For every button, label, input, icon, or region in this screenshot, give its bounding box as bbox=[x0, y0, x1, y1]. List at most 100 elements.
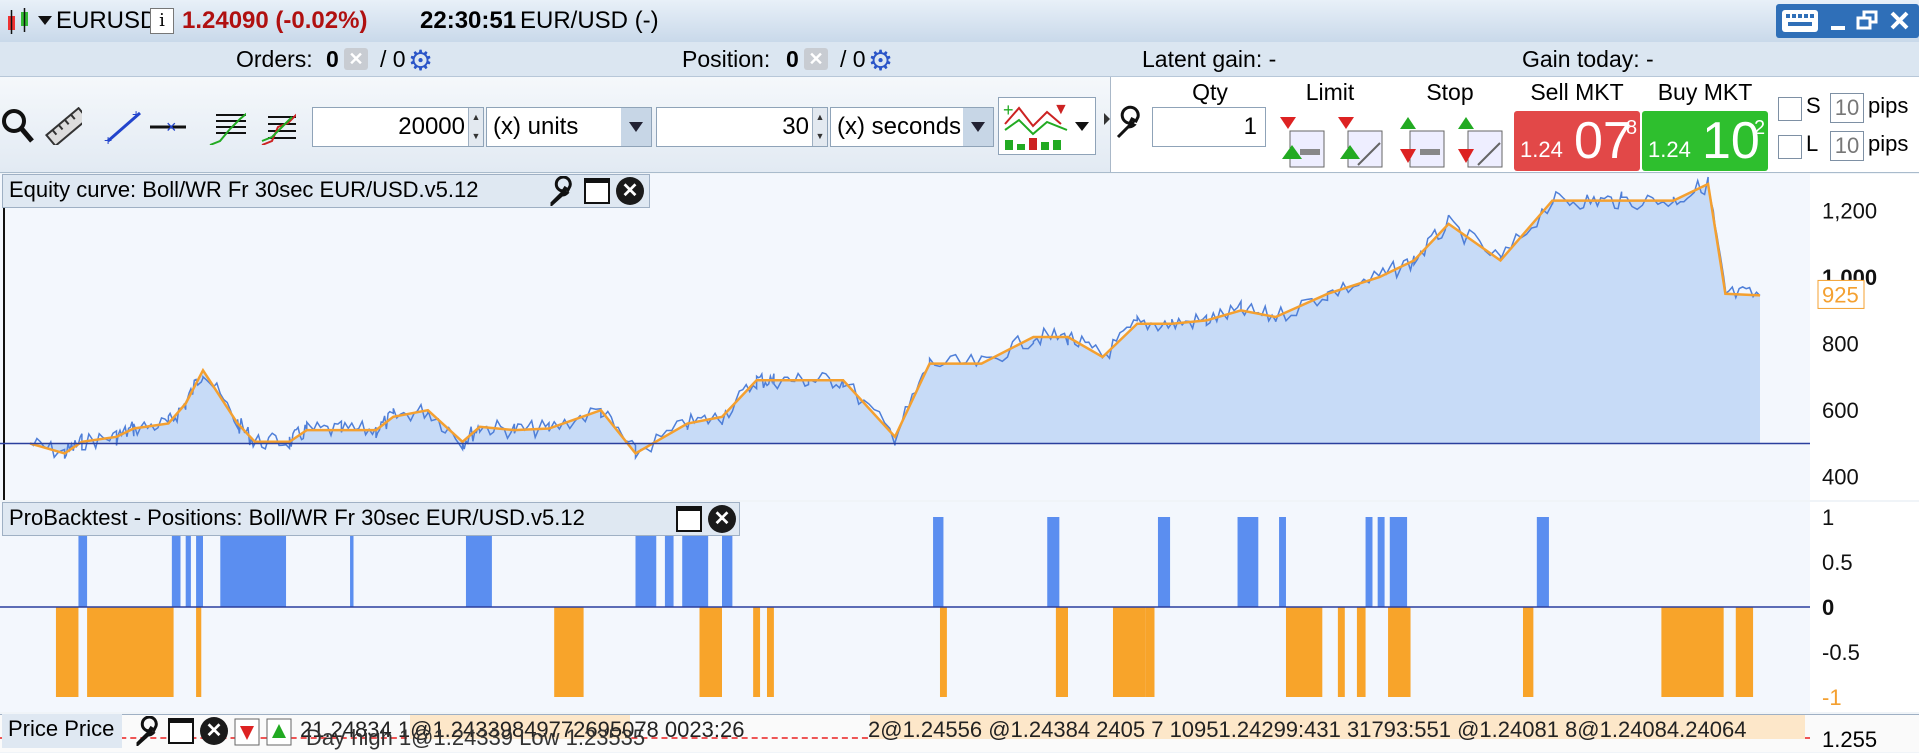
period-spinner[interactable]: ▲ ▼ bbox=[812, 108, 827, 146]
trendline-icon[interactable]: ++ bbox=[104, 107, 142, 145]
channel-icon[interactable] bbox=[258, 107, 296, 145]
indicators-button[interactable]: + ▼ bbox=[998, 97, 1096, 155]
close-icon[interactable]: ✕ bbox=[708, 505, 736, 533]
long-position-bar bbox=[1279, 517, 1286, 607]
maximize-icon[interactable] bbox=[168, 718, 194, 744]
y-tick-label: 0 bbox=[1822, 595, 1834, 620]
chevron-down-icon[interactable] bbox=[621, 108, 651, 146]
limit-buy-icon[interactable] bbox=[1334, 113, 1386, 169]
candlestick-icon[interactable] bbox=[4, 6, 34, 36]
buy-arrow-icon[interactable] bbox=[266, 718, 292, 746]
latent-gain: Latent gain: - bbox=[1142, 46, 1277, 72]
l-pips-label: pips bbox=[1868, 131, 1909, 156]
quantity-spinner[interactable]: ▲ ▼ bbox=[468, 108, 483, 146]
minimize-icon[interactable] bbox=[1828, 10, 1850, 32]
buy-market-button[interactable]: 1.24 10 2 bbox=[1642, 111, 1768, 171]
sell-price-sup: 8 bbox=[1626, 117, 1638, 139]
short-position-bar bbox=[1661, 607, 1724, 697]
buy-price-prefix: 1.24 bbox=[1648, 137, 1691, 162]
gain-today: Gain today: - bbox=[1522, 46, 1654, 72]
short-position-bar bbox=[1145, 607, 1155, 697]
sell-market-button[interactable]: 1.24 07 8 bbox=[1514, 111, 1640, 171]
short-position-bar bbox=[1337, 607, 1345, 697]
title-bar: EURUSD i 1.24090 (-0.02%) 22:30:51 EUR/U… bbox=[0, 0, 1919, 43]
stop-buy-icon[interactable] bbox=[1454, 113, 1506, 169]
y-tick-label: -0.5 bbox=[1822, 640, 1860, 665]
qty-input[interactable]: 1 bbox=[1152, 107, 1266, 147]
wrench-icon[interactable] bbox=[1112, 105, 1148, 141]
maximize-icon[interactable] bbox=[676, 506, 702, 532]
short-position-bar bbox=[699, 607, 722, 697]
units-select[interactable]: (x) units bbox=[486, 107, 652, 147]
orders-gear-icon[interactable]: ⚙ bbox=[408, 44, 433, 77]
price-trade-text: 2@1.24556 @1.24384 2405 7 10951.24299:43… bbox=[868, 717, 1747, 742]
equity-curve-chart[interactable]: 1,2001,000800600400925 bbox=[0, 174, 1919, 500]
orders-value: 0 bbox=[326, 46, 339, 72]
period-value-input[interactable]: 30 ▲ ▼ bbox=[656, 107, 828, 147]
stop-sell-icon[interactable] bbox=[1396, 113, 1448, 169]
current-value-label: 925 bbox=[1822, 282, 1859, 307]
chevron-down-icon[interactable] bbox=[963, 108, 993, 146]
fibonacci-icon[interactable] bbox=[208, 107, 246, 145]
restore-icon[interactable] bbox=[1856, 10, 1880, 32]
info-icon[interactable]: i bbox=[150, 8, 174, 34]
short-position-bar bbox=[753, 607, 761, 697]
short-position-bar bbox=[1356, 607, 1366, 697]
horizontal-line-icon[interactable]: × bbox=[148, 107, 186, 145]
limit-header: Limit bbox=[1305, 79, 1355, 105]
zoom-icon[interactable] bbox=[0, 107, 38, 145]
long-position-bar bbox=[1536, 517, 1549, 607]
close-icon[interactable]: ✕ bbox=[616, 177, 644, 205]
wrench-icon[interactable] bbox=[548, 176, 578, 206]
position-value: 0 bbox=[786, 46, 799, 72]
price-change: 1.24090 (-0.02%) bbox=[182, 7, 368, 34]
sell-price-prefix: 1.24 bbox=[1520, 137, 1563, 162]
y-tick-label: 0.5 bbox=[1822, 550, 1853, 575]
svg-text:+: + bbox=[104, 132, 112, 145]
long-position-bar bbox=[1377, 517, 1385, 607]
short-position-bar bbox=[196, 607, 202, 697]
short-position-bar bbox=[1522, 607, 1534, 697]
instrument-name: EUR/USD (-) bbox=[520, 7, 659, 34]
y-tick-label: 400 bbox=[1822, 465, 1859, 490]
short-position-bar bbox=[554, 607, 584, 697]
short-position-bar bbox=[87, 607, 174, 697]
short-position-bar bbox=[766, 607, 774, 697]
units-quantity-input[interactable]: 20000 ▲ ▼ bbox=[312, 107, 484, 147]
position-separator: / 0 bbox=[840, 46, 866, 72]
limit-sell-icon[interactable] bbox=[1276, 113, 1328, 169]
sell-arrow-icon[interactable] bbox=[234, 718, 260, 746]
maximize-icon[interactable] bbox=[584, 178, 610, 204]
limit-checkbox[interactable] bbox=[1778, 135, 1802, 159]
close-position-icon[interactable]: ✕ bbox=[804, 48, 828, 70]
y-tick-label: -1 bbox=[1822, 685, 1842, 710]
wrench-icon[interactable] bbox=[134, 716, 164, 746]
symbol-label[interactable]: EURUSD bbox=[56, 0, 157, 42]
window-controls bbox=[1776, 4, 1919, 38]
position-gear-icon[interactable]: ⚙ bbox=[868, 44, 893, 77]
period-unit-select[interactable]: (x) seconds bbox=[830, 107, 994, 147]
close-icon[interactable] bbox=[1888, 10, 1912, 32]
chevron-down-icon[interactable] bbox=[38, 16, 52, 26]
indicators-icon: + ▼ bbox=[1003, 100, 1069, 150]
chevron-down-icon[interactable] bbox=[1075, 122, 1089, 132]
sell-mkt-header: Sell MKT bbox=[1530, 79, 1624, 105]
price-axis-value: 1.255 bbox=[1822, 727, 1878, 752]
ruler-icon[interactable] bbox=[44, 107, 82, 145]
stop-pips-input[interactable]: 10 bbox=[1830, 93, 1864, 123]
close-icon[interactable]: ✕ bbox=[200, 717, 228, 745]
short-position-bar bbox=[1285, 607, 1323, 697]
keyboard-icon[interactable] bbox=[1780, 6, 1820, 36]
y-tick-label: 600 bbox=[1822, 398, 1859, 423]
svg-text:▼: ▼ bbox=[1053, 101, 1069, 118]
limit-pips-input[interactable]: 10 bbox=[1830, 131, 1864, 161]
s-label: S bbox=[1806, 93, 1821, 118]
positions-panel-header: ProBacktest - Positions: Boll/WR Fr 30se… bbox=[2, 502, 740, 536]
s-pips-label: pips bbox=[1868, 93, 1909, 118]
long-position-bar bbox=[1047, 517, 1060, 607]
stop-checkbox[interactable] bbox=[1778, 97, 1802, 121]
long-position-bar bbox=[1365, 517, 1373, 607]
orders-label: Orders: bbox=[236, 46, 313, 72]
equity-panel-title: Equity curve: Boll/WR Fr 30sec EUR/USD.v… bbox=[9, 177, 479, 202]
cancel-orders-icon[interactable]: ✕ bbox=[344, 48, 368, 70]
